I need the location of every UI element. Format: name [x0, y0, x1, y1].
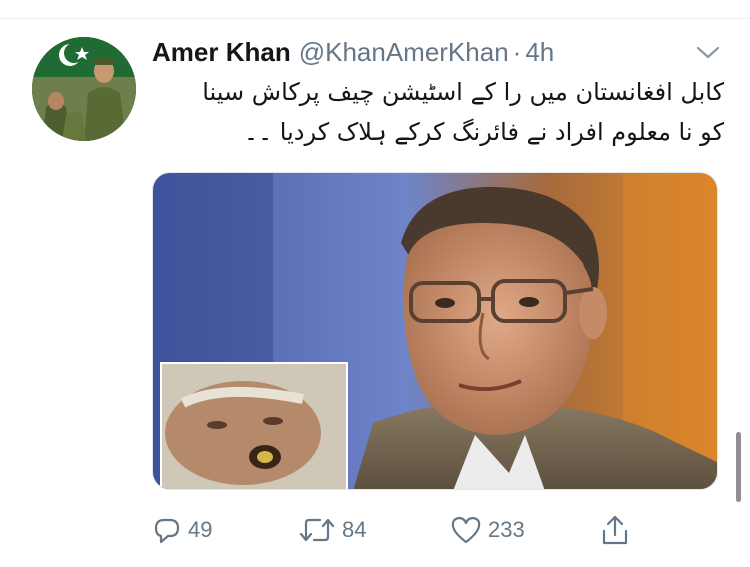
tweet-text-line: کو نا معلوم افراد نے فائرنگ کرکے ہلاک کر… — [244, 118, 724, 146]
handle[interactable]: @KhanAmerKhan — [299, 37, 509, 68]
avatar-image — [32, 37, 136, 141]
like-count: 233 — [488, 517, 525, 542]
share-button[interactable] — [600, 508, 630, 552]
chevron-down-icon[interactable] — [694, 40, 722, 64]
like-button[interactable]: 233 — [450, 508, 525, 552]
tweet-header: Amer Khan @KhanAmerKhan · 4h — [152, 32, 554, 72]
reply-button[interactable]: 49 — [152, 508, 212, 552]
retweet-button[interactable]: 84 — [298, 508, 366, 552]
avatar[interactable] — [32, 37, 136, 141]
tweet-text: کابل افغانستان میں را کے اسٹیشن چیف پرکا… — [152, 72, 724, 152]
heart-icon — [451, 516, 481, 544]
media-photo — [153, 173, 717, 489]
top-divider — [0, 0, 750, 19]
retweet-count: 84 — [342, 517, 367, 542]
timestamp[interactable]: 4h — [525, 37, 554, 68]
retweet-icon — [299, 518, 335, 542]
reply-icon — [154, 518, 180, 544]
tweet-text-line: کابل افغانستان میں را کے اسٹیشن چیف پرکا… — [202, 78, 724, 106]
share-icon — [602, 515, 628, 545]
reply-count: 49 — [188, 517, 213, 542]
separator-dot: · — [512, 36, 522, 67]
tweet: Amer Khan @KhanAmerKhan · 4h کابل افغانس… — [0, 0, 750, 567]
tweet-media-image[interactable] — [152, 172, 718, 490]
tweet-actions: 49 84 233 — [152, 508, 652, 552]
display-name[interactable]: Amer Khan — [152, 37, 291, 68]
scrollbar-thumb[interactable] — [736, 432, 741, 502]
